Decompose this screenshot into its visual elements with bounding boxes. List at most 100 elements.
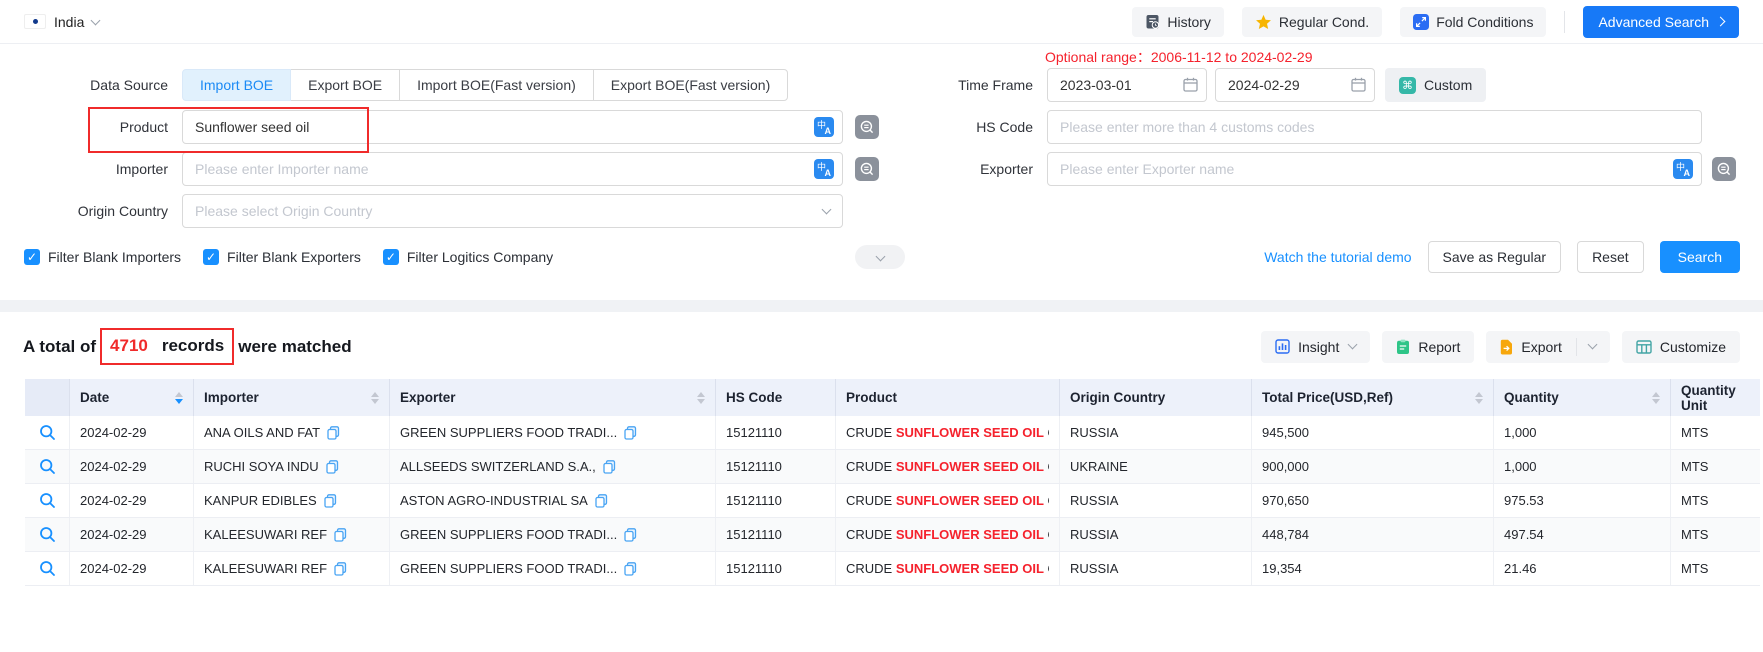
chevron-down-icon[interactable] <box>91 15 101 25</box>
exact-match-icon[interactable] <box>855 157 879 181</box>
summary-suffix: were matched <box>238 337 351 357</box>
copy-icon[interactable] <box>595 494 608 508</box>
header-origin-country: Origin Country <box>1060 379 1252 416</box>
cell-importer: KALEESUWARI REF <box>194 518 390 551</box>
header-importer[interactable]: Importer <box>194 379 390 416</box>
hs-code-input[interactable] <box>1047 110 1702 144</box>
exact-match-icon[interactable] <box>1712 157 1736 181</box>
copy-icon[interactable] <box>334 562 347 576</box>
cell-hs-code: 15121110 <box>716 484 836 517</box>
header-date[interactable]: Date <box>70 379 194 416</box>
row-product: Product 中A HS Code <box>24 110 1763 144</box>
custom-range-button[interactable]: ⌘ Custom <box>1385 68 1486 102</box>
translate-icon[interactable]: 中A <box>814 159 834 179</box>
cell-exporter: ASTON AGRO-INDUSTRIAL SA <box>390 484 716 517</box>
table-row: 2024-02-29 ANA OILS AND FAT GREEN SUPPLI… <box>25 416 1760 450</box>
cell-date: 2024-02-29 <box>70 552 194 585</box>
origin-country-select[interactable]: Please select Origin Country <box>182 194 843 228</box>
tab-export-boe-fast[interactable]: Export BOE(Fast version) <box>593 69 789 101</box>
cell-unit: MTS <box>1671 518 1760 551</box>
cell-hs-code: 15121110 <box>716 416 836 449</box>
results-summary: A total of 4710 records were matched <box>23 328 352 365</box>
copy-icon[interactable] <box>624 426 637 440</box>
topbar-actions: History Regular Cond. Fold Conditions Ad… <box>1132 6 1739 38</box>
copy-icon[interactable] <box>327 426 340 440</box>
annotation-box-count: 4710 records <box>100 328 234 365</box>
exact-match-icon[interactable] <box>855 115 879 139</box>
copy-icon[interactable] <box>603 460 616 474</box>
cell-price: 945,500 <box>1252 416 1494 449</box>
cell-origin: RUSSIA <box>1060 484 1252 517</box>
sort-icons[interactable] <box>1467 392 1483 404</box>
cell-origin: RUSSIA <box>1060 518 1252 551</box>
highlighted-product-text: SUNFLOWER SEED OIL <box>896 493 1044 508</box>
reset-button[interactable]: Reset <box>1577 241 1644 273</box>
tab-export-boe[interactable]: Export BOE <box>290 69 400 101</box>
cell-importer: KANPUR EDIBLES <box>194 484 390 517</box>
history-button[interactable]: History <box>1132 7 1224 37</box>
translate-icon[interactable]: 中A <box>814 117 834 137</box>
copy-icon[interactable] <box>624 562 637 576</box>
search-button[interactable]: Search <box>1660 241 1740 273</box>
country-selector-label[interactable]: India <box>54 14 84 30</box>
fold-icon <box>1413 14 1429 30</box>
cell-importer: ANA OILS AND FAT <box>194 416 390 449</box>
date-start-box <box>1047 68 1207 102</box>
tab-import-boe-fast[interactable]: Import BOE(Fast version) <box>399 69 594 101</box>
copy-icon[interactable] <box>324 494 337 508</box>
cell-price: 970,650 <box>1252 484 1494 517</box>
save-as-regular-button[interactable]: Save as Regular <box>1428 241 1562 273</box>
row-detail-search-icon[interactable] <box>39 560 56 577</box>
fold-conditions-button[interactable]: Fold Conditions <box>1400 7 1546 37</box>
calendar-icon[interactable] <box>1183 77 1198 97</box>
copy-icon[interactable] <box>326 460 339 474</box>
tutorial-demo-link[interactable]: Watch the tutorial demo <box>1264 249 1411 265</box>
sort-icons[interactable] <box>689 392 705 404</box>
filter-blank-exporters-checkbox[interactable]: ✓ Filter Blank Exporters <box>203 249 361 265</box>
customize-button[interactable]: Customize <box>1622 331 1740 363</box>
cell-date: 2024-02-29 <box>70 416 194 449</box>
row-filters: ✓ Filter Blank Importers ✓ Filter Blank … <box>24 241 1763 273</box>
header-exporter[interactable]: Exporter <box>390 379 716 416</box>
report-button[interactable]: Report <box>1382 331 1474 363</box>
chevron-down-icon <box>822 205 832 215</box>
sort-icons[interactable] <box>167 392 183 404</box>
records-label: records <box>162 336 224 356</box>
cell-unit: MTS <box>1671 416 1760 449</box>
importer-input[interactable] <box>182 152 843 186</box>
exporter-input[interactable] <box>1047 152 1702 186</box>
regular-cond-button[interactable]: Regular Cond. <box>1242 7 1382 37</box>
header-quantity[interactable]: Quantity <box>1494 379 1671 416</box>
product-field-wrap: 中A <box>182 110 843 144</box>
hs-code-field-wrap <box>1047 110 1702 144</box>
advanced-search-button[interactable]: Advanced Search <box>1583 6 1739 38</box>
topbar-divider <box>1564 11 1565 33</box>
tab-import-boe[interactable]: Import BOE <box>182 69 291 101</box>
sort-icons[interactable] <box>363 392 379 404</box>
export-button[interactable]: Export <box>1486 331 1609 363</box>
header-total-price[interactable]: Total Price(USD,Ref) <box>1252 379 1494 416</box>
copy-icon[interactable] <box>334 528 347 542</box>
calendar-icon[interactable] <box>1351 77 1366 97</box>
copy-icon[interactable] <box>624 528 637 542</box>
filter-logitics-company-checkbox[interactable]: ✓ Filter Logitics Company <box>383 249 553 265</box>
cell-exporter: GREEN SUPPLIERS FOOD TRADI... <box>390 518 716 551</box>
custom-icon: ⌘ <box>1399 77 1416 94</box>
trade-data-app: India History Regular Cond. Fold Conditi… <box>0 0 1763 652</box>
filter-blank-importers-label: Filter Blank Importers <box>48 249 181 265</box>
chevron-down-icon[interactable] <box>1587 340 1597 350</box>
row-detail-search-icon[interactable] <box>39 458 56 475</box>
filter-blank-importers-checkbox[interactable]: ✓ Filter Blank Importers <box>24 249 181 265</box>
india-flag-icon <box>24 14 46 29</box>
row-importer: Importer 中A Exporter 中A <box>24 152 1763 186</box>
row-detail-search-icon[interactable] <box>39 424 56 441</box>
product-input[interactable] <box>182 110 843 144</box>
sort-icons[interactable] <box>1644 392 1660 404</box>
cell-hs-code: 15121110 <box>716 518 836 551</box>
summary-prefix: A total of <box>23 337 96 357</box>
row-detail-search-icon[interactable] <box>39 526 56 543</box>
collapse-conditions-button[interactable] <box>855 245 905 269</box>
row-detail-search-icon[interactable] <box>39 492 56 509</box>
insight-button[interactable]: Insight <box>1261 331 1370 363</box>
translate-icon[interactable]: 中A <box>1673 159 1693 179</box>
